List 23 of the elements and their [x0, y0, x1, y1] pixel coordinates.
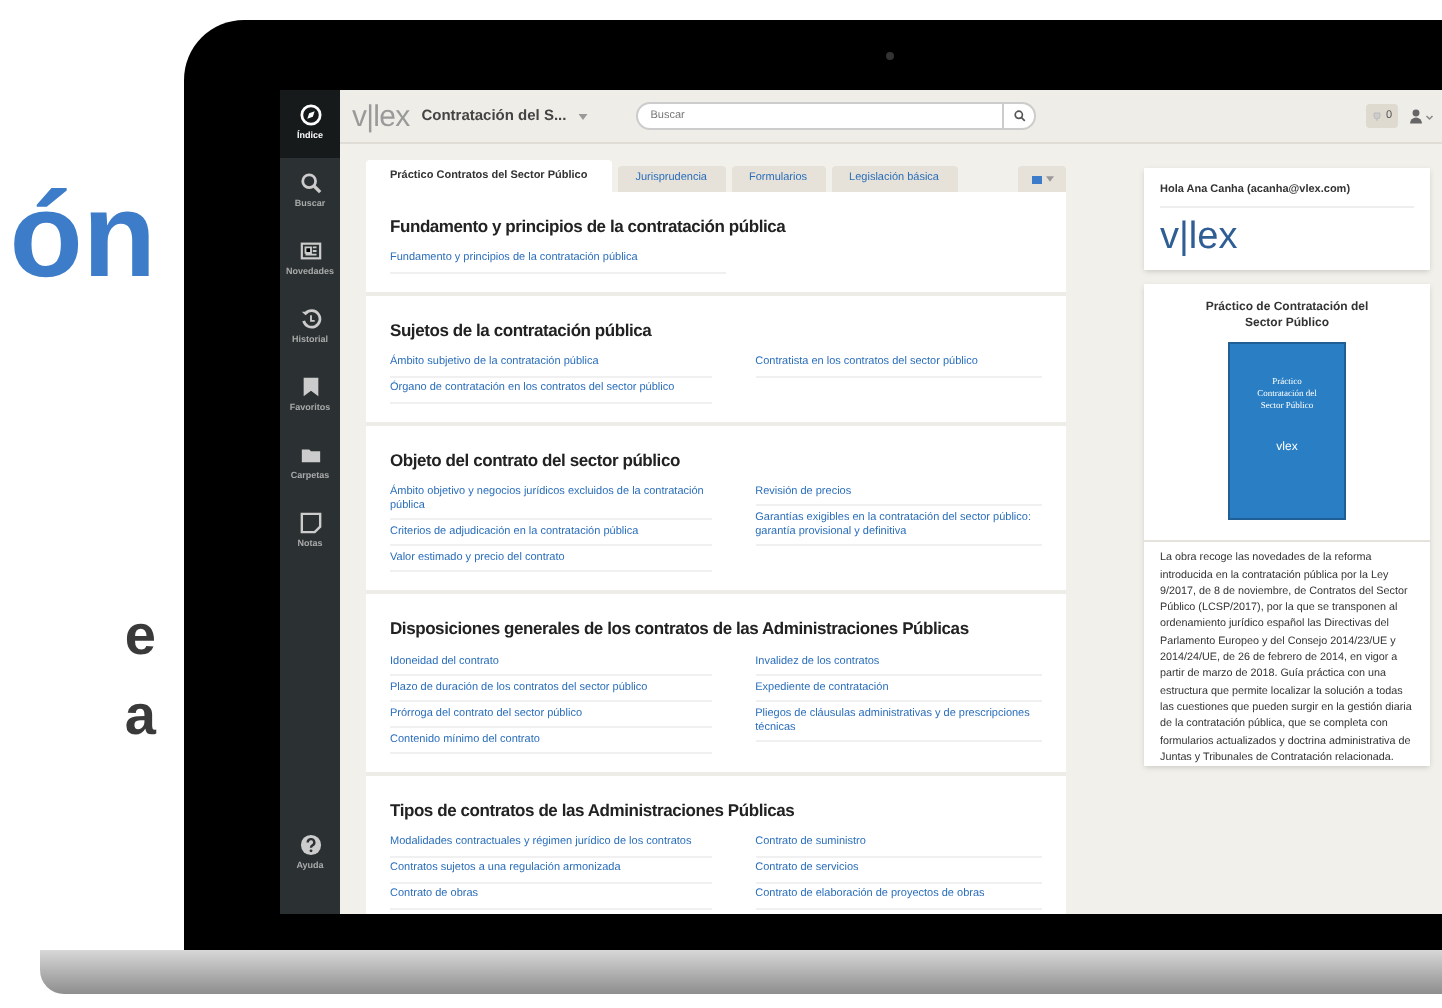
logo: v|lex — [1160, 218, 1240, 257]
section-heading: Sujetos de la contratación pública — [390, 317, 654, 343]
folder-icon — [299, 444, 321, 467]
view-toggle-button[interactable] — [1018, 166, 1066, 192]
bookmark-icon — [299, 376, 321, 399]
history-icon — [299, 308, 321, 331]
grid-icon — [1031, 175, 1041, 183]
newspaper-icon — [299, 240, 321, 263]
promo-text: a — [124, 682, 156, 750]
section-heading: Disposiciones generales de los contratos de las Administraciones Públicas — [390, 616, 971, 642]
promo-text: e — [124, 602, 156, 670]
headline-text: ón — [9, 176, 156, 296]
user-icon[interactable] — [1410, 108, 1434, 124]
section-heading: Fundamento y principios de la contratación pública — [390, 214, 788, 240]
search-icon — [299, 172, 321, 195]
trophy-icon — [1371, 111, 1382, 121]
note-icon — [299, 512, 321, 535]
caret-icon — [1045, 176, 1053, 182]
section-heading: Objeto del contrato del sector público — [390, 447, 682, 473]
compass-icon — [299, 104, 321, 127]
section-heading: Tipos de contratos de las Administraciones Públicas — [390, 798, 797, 824]
help-icon[interactable] — [299, 834, 321, 857]
camera-icon — [886, 52, 894, 60]
